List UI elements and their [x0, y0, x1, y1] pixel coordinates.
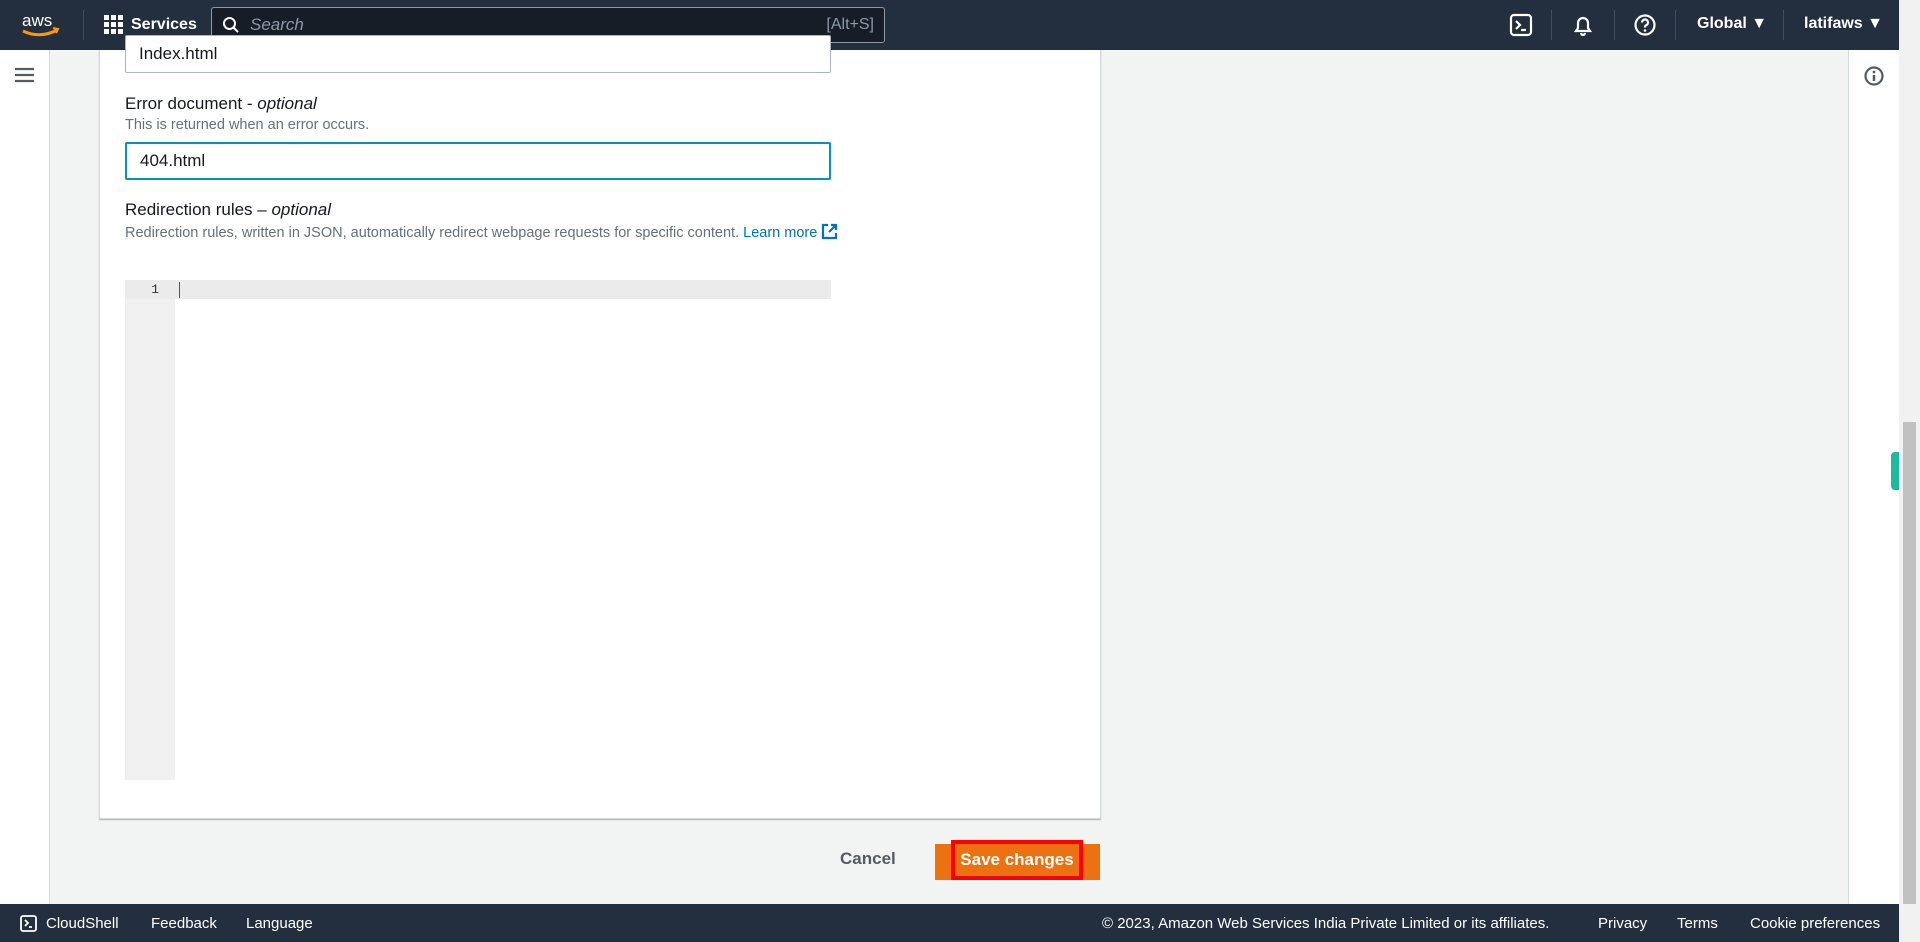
active-line — [125, 280, 831, 299]
privacy-link[interactable]: Privacy — [1598, 915, 1647, 932]
index-document-input[interactable] — [125, 35, 831, 73]
region-menu[interactable]: Global ▼ — [1697, 15, 1767, 33]
error-document-hint: This is returned when an error occurs. — [125, 117, 370, 133]
error-document-label: Error document - optional — [125, 94, 317, 113]
help-icon[interactable] — [1633, 13, 1657, 37]
language-link[interactable]: Language — [246, 915, 313, 932]
redirection-rules-label: Redirection rules – optional — [125, 200, 332, 219]
cancel-button[interactable]: Cancel — [840, 849, 896, 869]
services-menu[interactable]: Services — [104, 15, 197, 34]
copyright: © 2023, Amazon Web Services India Privat… — [1102, 915, 1550, 932]
cloudshell-icon[interactable] — [20, 915, 37, 932]
divider — [83, 10, 84, 40]
cloudshell-icon[interactable] — [1509, 13, 1533, 37]
search-input[interactable] — [250, 15, 827, 35]
save-changes-button[interactable]: Save changes — [951, 840, 1083, 880]
services-label: Services — [131, 15, 197, 33]
external-link-icon — [822, 223, 838, 240]
editor-gutter — [125, 280, 175, 780]
info-icon[interactable] — [1864, 66, 1884, 86]
footer: CloudShell Feedback Language © 2023, Ama… — [0, 904, 1899, 942]
redirection-rules-hint: Redirection rules, written in JSON, auto… — [125, 223, 838, 241]
redirection-rules-editor[interactable]: 1 — [125, 280, 831, 780]
cookie-preferences-link[interactable]: Cookie preferences — [1750, 915, 1880, 932]
scrollbar-thumb[interactable] — [1903, 422, 1916, 904]
learn-more-link[interactable]: Learn more — [743, 223, 838, 241]
search-icon — [223, 17, 239, 33]
grid-icon — [104, 15, 123, 34]
search-shortcut: [Alt+S] — [826, 16, 874, 33]
caret-down-icon: ▼ — [1867, 15, 1883, 32]
side-nav-rail — [0, 50, 50, 904]
error-document-input[interactable] — [125, 142, 831, 180]
hamburger-menu-icon[interactable] — [15, 67, 34, 83]
user-menu[interactable]: latifaws ▼ — [1804, 15, 1883, 33]
svg-text:aws: aws — [22, 11, 52, 30]
aws-logo[interactable]: aws — [20, 8, 62, 42]
caret-down-icon: ▼ — [1751, 15, 1768, 32]
side-feedback-tab[interactable] — [1891, 452, 1899, 490]
cloudshell-link[interactable]: CloudShell — [46, 915, 119, 932]
bell-icon[interactable] — [1571, 13, 1595, 37]
terms-link[interactable]: Terms — [1677, 915, 1718, 932]
text-cursor — [179, 282, 180, 298]
feedback-link[interactable]: Feedback — [151, 915, 217, 932]
line-number: 1 — [151, 282, 159, 297]
